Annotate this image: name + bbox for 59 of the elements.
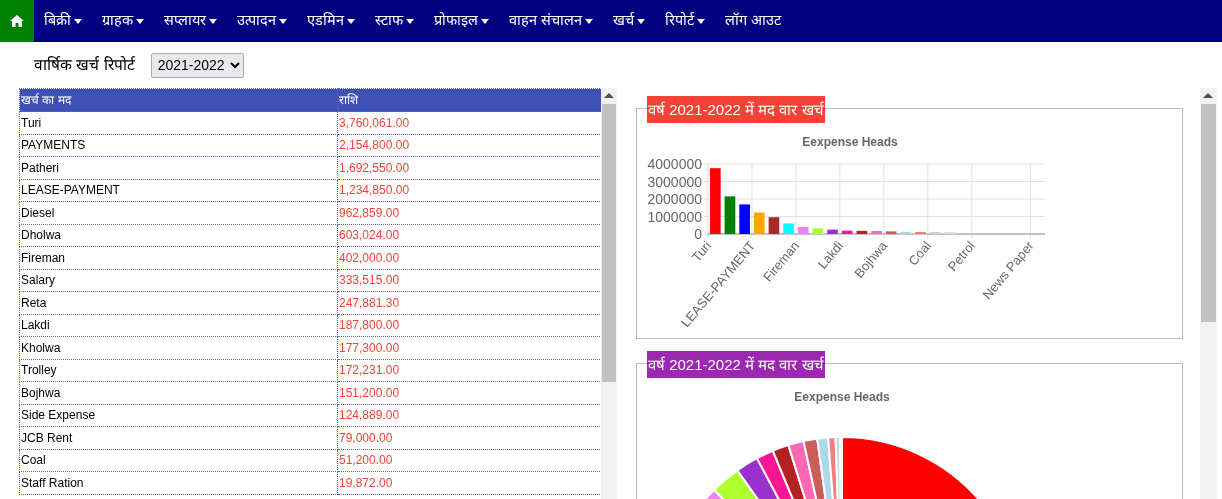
home-button[interactable] — [0, 0, 34, 42]
table-cell: JCB Rent — [19, 426, 338, 449]
bar — [856, 230, 868, 234]
menu-item[interactable]: एडमिन — [297, 0, 365, 42]
table-cell: Trolley — [19, 359, 338, 382]
y-tick-label: 4000000 — [647, 156, 702, 172]
bar — [900, 231, 912, 234]
chart-title: Eexpense Heads — [794, 390, 890, 404]
panel-legend: वर्ष 2021-2022 में मद वार खर्च — [647, 96, 825, 123]
table-cell: Side Expense — [19, 404, 338, 427]
bar — [827, 229, 838, 234]
bar — [841, 230, 853, 234]
bar — [871, 231, 882, 234]
table-cell: Bojhwa — [19, 381, 338, 404]
year-select[interactable]: 2021-2022 — [150, 52, 244, 78]
table-cell: Kholwa — [19, 336, 338, 359]
bar — [739, 204, 750, 234]
table-cell: Salary — [19, 269, 338, 292]
column-header: खर्च का मद — [19, 88, 338, 112]
y-tick-label: 0 — [694, 226, 702, 242]
bar — [768, 217, 780, 234]
panel-legend: वर्ष 2021-2022 में मद वार खर्च — [647, 351, 825, 378]
bar — [783, 223, 794, 234]
table-cell: Turi — [19, 111, 338, 134]
y-tick-label: 1000000 — [647, 208, 702, 225]
panel-scrollbar[interactable] — [1200, 88, 1217, 499]
y-tick-label: 3000000 — [647, 173, 702, 190]
column-header: राशि — [337, 88, 602, 112]
table-cell: Fireman — [19, 246, 338, 269]
menu-item[interactable]: बिक्री — [34, 0, 92, 42]
menu-item[interactable]: प्रोफाइल — [424, 0, 499, 42]
menu-item[interactable]: ग्राहक — [92, 0, 154, 42]
bar — [724, 196, 736, 234]
home-icon — [10, 15, 24, 27]
bar — [885, 231, 897, 234]
menu-item[interactable]: लॉग आउट — [715, 0, 792, 42]
table-cell: PAYMENTS — [19, 134, 338, 157]
report-title: वार्षिक खर्च रिपोर्ट — [34, 55, 135, 76]
menu-item[interactable]: सप्लायर — [154, 0, 227, 42]
menu-item[interactable]: खर्च — [603, 0, 656, 42]
table-cell: Coal — [19, 449, 338, 472]
menu-item[interactable]: रिपोर्ट — [655, 0, 716, 42]
table-cell: Lakdi — [19, 314, 338, 337]
bar — [753, 212, 765, 234]
table-scrollbar[interactable] — [601, 88, 617, 499]
menu-item[interactable]: वाहन संचालन — [499, 0, 604, 42]
table-cell: Staff Ration — [19, 471, 338, 494]
table-cell: Reta — [19, 291, 338, 314]
table-cell: Patheri — [19, 156, 338, 179]
y-tick-label: 2000000 — [647, 191, 702, 207]
table-cell: LEASE-PAYMENT — [19, 179, 338, 202]
table-cell: Diesel — [19, 201, 338, 224]
table-cell: Dholwa — [19, 224, 338, 247]
bar — [797, 227, 809, 234]
bar — [812, 228, 824, 234]
menu-item[interactable]: स्टाफ — [365, 0, 424, 42]
bar — [710, 168, 721, 234]
menu-item[interactable]: उत्पादन — [227, 0, 297, 42]
chart-title: Eexpense Heads — [802, 135, 898, 149]
